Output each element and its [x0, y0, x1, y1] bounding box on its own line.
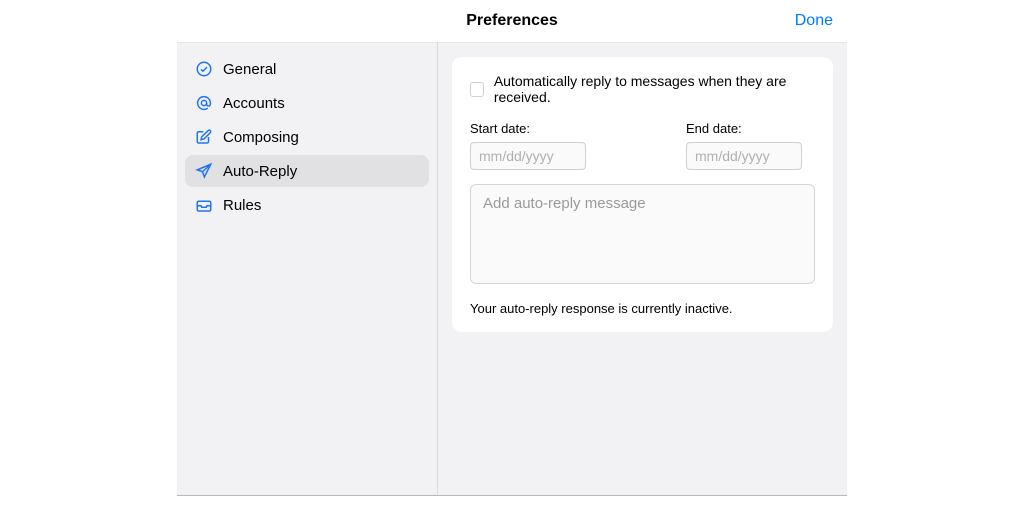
sidebar-item-auto-reply[interactable]: Auto-Reply: [185, 155, 429, 187]
sidebar: General Accounts Compo: [177, 43, 438, 495]
compose-icon: [195, 128, 213, 146]
auto-reply-message-input[interactable]: [470, 184, 815, 284]
checkmark-circle-icon: [195, 60, 213, 78]
page-title: Preferences: [466, 12, 558, 30]
sidebar-item-label: Accounts: [223, 95, 285, 112]
sidebar-item-accounts[interactable]: Accounts: [185, 87, 429, 119]
tray-rules-icon: [195, 196, 213, 214]
sidebar-item-label: Rules: [223, 197, 261, 214]
start-date-label: Start date:: [470, 121, 586, 136]
done-button[interactable]: Done: [795, 12, 833, 30]
end-date-input[interactable]: [686, 142, 802, 170]
auto-reply-checkbox[interactable]: [470, 82, 484, 97]
airplane-icon: [195, 162, 213, 180]
sidebar-item-label: General: [223, 61, 276, 78]
sidebar-item-general[interactable]: General: [185, 53, 429, 85]
auto-reply-status-text: Your auto-reply response is currently in…: [470, 301, 815, 316]
content: General Accounts Compo: [177, 43, 847, 495]
sidebar-item-rules[interactable]: Rules: [185, 189, 429, 221]
start-date-input[interactable]: [470, 142, 586, 170]
header: Preferences Done: [177, 0, 847, 43]
auto-reply-checkbox-label: Automatically reply to messages when the…: [494, 73, 815, 105]
sidebar-item-label: Composing: [223, 129, 299, 146]
auto-reply-checkbox-row: Automatically reply to messages when the…: [470, 73, 815, 105]
at-icon: [195, 94, 213, 112]
end-date-label: End date:: [686, 121, 802, 136]
date-row: Start date: End date:: [470, 121, 815, 170]
main-panel: Automatically reply to messages when the…: [438, 43, 847, 495]
preferences-window: Preferences Done General: [177, 0, 847, 496]
start-date-group: Start date:: [470, 121, 586, 170]
auto-reply-card: Automatically reply to messages when the…: [452, 57, 833, 332]
sidebar-item-label: Auto-Reply: [223, 163, 297, 180]
end-date-group: End date:: [686, 121, 802, 170]
sidebar-item-composing[interactable]: Composing: [185, 121, 429, 153]
